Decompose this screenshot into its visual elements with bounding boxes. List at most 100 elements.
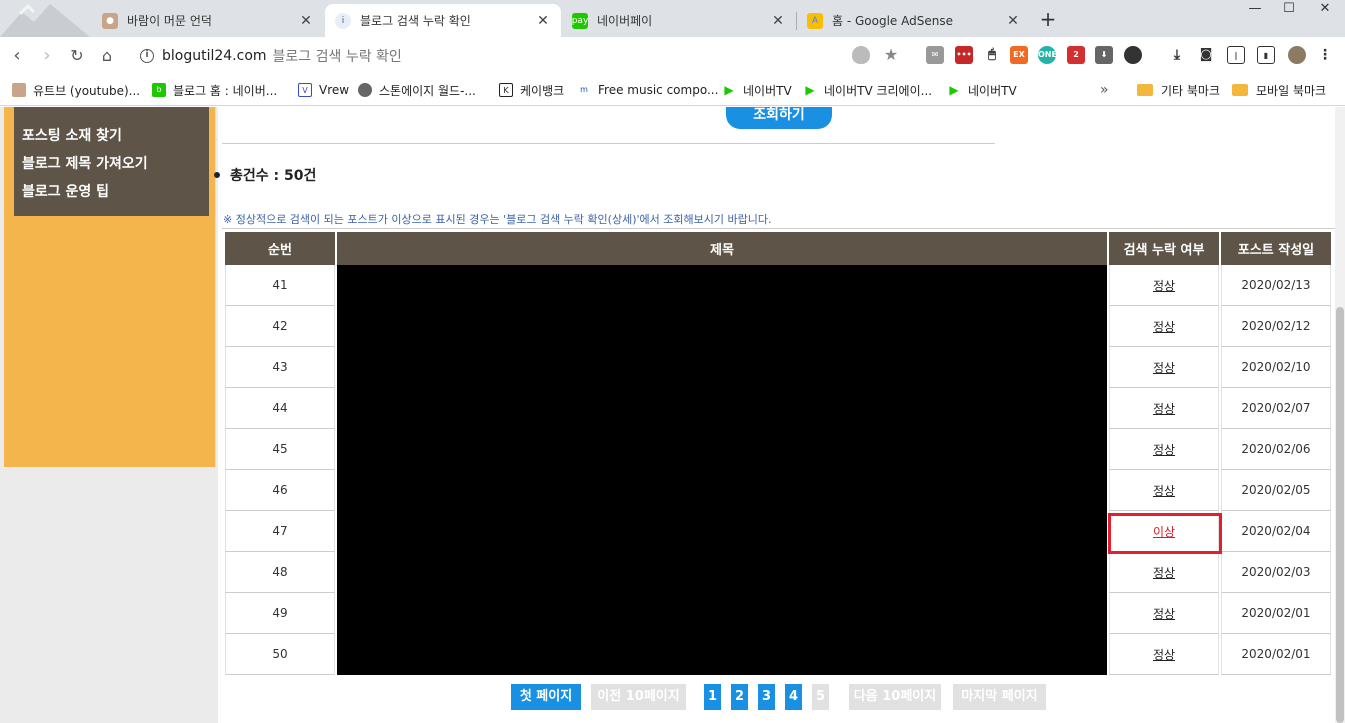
- maximize-icon[interactable]: ☐: [1274, 0, 1304, 20]
- tab-adsense[interactable]: A 홈 - Google AdSense ✕: [797, 4, 1031, 37]
- site-info-icon[interactable]: i: [140, 48, 154, 63]
- address-bar[interactable]: i blogutil24.com 블로그 검색 누락 확인: [132, 41, 842, 70]
- home-icon[interactable]: ⌂: [96, 45, 118, 67]
- download-ext-icon[interactable]: ⬇: [1095, 46, 1113, 64]
- reload-icon[interactable]: ↻: [66, 45, 88, 67]
- bookmark-item[interactable]: V Vrew: [298, 81, 349, 99]
- forward-icon[interactable]: ›: [36, 45, 58, 67]
- scrollbar-thumb[interactable]: [1336, 307, 1344, 723]
- profile-avatar[interactable]: [1288, 46, 1306, 64]
- mouse-icon[interactable]: 🖱: [983, 46, 1001, 64]
- download-icon[interactable]: ⤓: [1168, 46, 1186, 64]
- status-cell: 정상: [1109, 429, 1219, 470]
- last-page-button[interactable]: 마지막 페이지: [953, 684, 1046, 710]
- page-1-button[interactable]: 1: [704, 684, 721, 710]
- mail-icon[interactable]: ✉: [926, 46, 944, 64]
- tab-title: 홈 - Google AdSense: [832, 14, 953, 28]
- bookmark-item[interactable]: 스톤에이지 월드-...: [358, 81, 476, 99]
- tab-title: 바람이 머문 언덕: [127, 14, 212, 28]
- status-cell: 정상: [1109, 593, 1219, 634]
- page-3-button[interactable]: 3: [758, 684, 775, 710]
- close-icon[interactable]: ✕: [770, 13, 786, 29]
- reader-icon[interactable]: |: [1227, 46, 1245, 64]
- new-tab-icon[interactable]: +: [1037, 8, 1059, 30]
- first-page-button[interactable]: 첫 페이지: [511, 684, 581, 710]
- camera-icon[interactable]: ◙: [1197, 46, 1215, 64]
- mountain-decoration-icon: [0, 3, 90, 37]
- bookmark-star-icon[interactable]: ★: [882, 46, 900, 64]
- row-number: 50: [225, 634, 335, 675]
- post-date: 2020/02/05: [1221, 470, 1331, 511]
- bookmark-label: Free music compo...: [598, 83, 719, 97]
- status-link[interactable]: 정상: [1153, 361, 1175, 375]
- sidebar-item-title[interactable]: 블로그 제목 가져오기: [22, 153, 148, 173]
- status-cell: 정상: [1109, 388, 1219, 429]
- next-10-pages-button[interactable]: 다음 10페이지: [849, 684, 941, 710]
- bookmark-label: 케이뱅크: [520, 83, 565, 98]
- tab-blog-check[interactable]: i 블로그 검색 누락 확인 ✕: [325, 4, 561, 37]
- tab-baram[interactable]: ● 바람이 머문 언덕 ✕: [92, 4, 324, 37]
- bookmark-item[interactable]: ▶ 네이버TV: [722, 81, 792, 99]
- vertical-scrollbar[interactable]: [1335, 107, 1345, 723]
- bookmark-item[interactable]: 유트브 (youtube)...: [12, 81, 140, 99]
- status-link[interactable]: 정상: [1153, 648, 1175, 662]
- status-link[interactable]: 정상: [1153, 607, 1175, 621]
- row-number: 44: [225, 388, 335, 429]
- bookmark-label: 스톤에이지 월드-...: [379, 83, 476, 98]
- notice-text: ※ 정상적으로 검색이 되는 포스트가 이상으로 표시된 경우는 '블로그 검색…: [223, 213, 772, 226]
- status-cell: 이상: [1109, 511, 1219, 552]
- header-no: 순번: [225, 232, 335, 265]
- status-link[interactable]: 정상: [1153, 320, 1175, 334]
- bookmark-item[interactable]: ▶ 네이버TV: [947, 81, 1017, 99]
- bookmark-item[interactable]: K 케이뱅크: [499, 81, 564, 99]
- page-2-button[interactable]: 2: [731, 684, 748, 710]
- status-link[interactable]: 정상: [1153, 443, 1175, 457]
- post-date: 2020/02/12: [1221, 306, 1331, 347]
- kbank-icon: K: [499, 83, 513, 97]
- minimize-icon[interactable]: —: [1240, 0, 1270, 20]
- extension-dots-icon[interactable]: •••: [955, 46, 973, 64]
- bookmark-item[interactable]: m Free music compo...: [577, 81, 718, 99]
- sidepanel-icon[interactable]: ▮: [1257, 46, 1275, 64]
- search-button[interactable]: 조회하기: [726, 107, 832, 129]
- bookmark-folder[interactable]: 모바일 북마크: [1232, 81, 1326, 99]
- ex-extension-icon[interactable]: EX: [1010, 46, 1028, 64]
- status-link[interactable]: 정상: [1153, 279, 1175, 293]
- divider: [222, 228, 1335, 229]
- bookmark-label: 네이버TV: [743, 83, 792, 98]
- bookmarks-overflow-icon[interactable]: »: [1100, 82, 1109, 98]
- sidebar-menu: 포스팅 소재 찾기 블로그 제목 가져오기 블로그 운영 팁: [14, 107, 209, 216]
- bomb-icon[interactable]: [1124, 46, 1142, 64]
- header-title: 제목: [337, 232, 1107, 265]
- window-close-icon[interactable]: ✕: [1310, 0, 1340, 20]
- sidebar-item-topic[interactable]: 포스팅 소재 찾기: [22, 125, 122, 145]
- sidebar-item-tips[interactable]: 블로그 운영 팁: [22, 181, 109, 201]
- page-5-button[interactable]: 5: [812, 684, 829, 710]
- pagination: 첫 페이지 이전 10페이지 1 2 3 4 5 다음 10페이지 마지막 페이…: [218, 684, 1335, 710]
- url-text: blogutil24.com: [162, 47, 267, 64]
- status-link[interactable]: 정상: [1153, 402, 1175, 416]
- menu-kebab-icon[interactable]: ⋮: [1316, 46, 1334, 64]
- close-icon[interactable]: ✕: [535, 13, 551, 29]
- close-icon[interactable]: ✕: [298, 13, 314, 29]
- status-link[interactable]: 정상: [1153, 566, 1175, 580]
- close-icon[interactable]: ✕: [1005, 13, 1021, 29]
- page-4-button[interactable]: 4: [785, 684, 802, 710]
- stoneage-icon: [358, 83, 372, 97]
- prev-10-pages-button[interactable]: 이전 10페이지: [591, 684, 686, 710]
- row-number: 41: [225, 265, 335, 306]
- bookmark-item[interactable]: b 블로그 홈 : 네이버...: [152, 81, 277, 99]
- bookmark-item[interactable]: ▶ 네이버TV 크리에이...: [803, 81, 932, 99]
- post-date: 2020/02/01: [1221, 634, 1331, 675]
- shield-icon[interactable]: 2: [1067, 46, 1085, 64]
- blog-icon: b: [152, 83, 166, 97]
- pocket-icon[interactable]: [852, 46, 870, 64]
- status-link-error[interactable]: 이상: [1153, 525, 1175, 539]
- post-date: 2020/02/01: [1221, 593, 1331, 634]
- back-icon[interactable]: ‹: [6, 45, 28, 67]
- status-link[interactable]: 정상: [1153, 484, 1175, 498]
- one-extension-icon[interactable]: ONE: [1038, 46, 1057, 64]
- tab-naverpay[interactable]: pay 네이버페이 ✕: [562, 4, 796, 37]
- bookmark-folder[interactable]: 기타 북마크: [1137, 81, 1220, 99]
- header-status: 검색 누락 여부: [1109, 232, 1219, 265]
